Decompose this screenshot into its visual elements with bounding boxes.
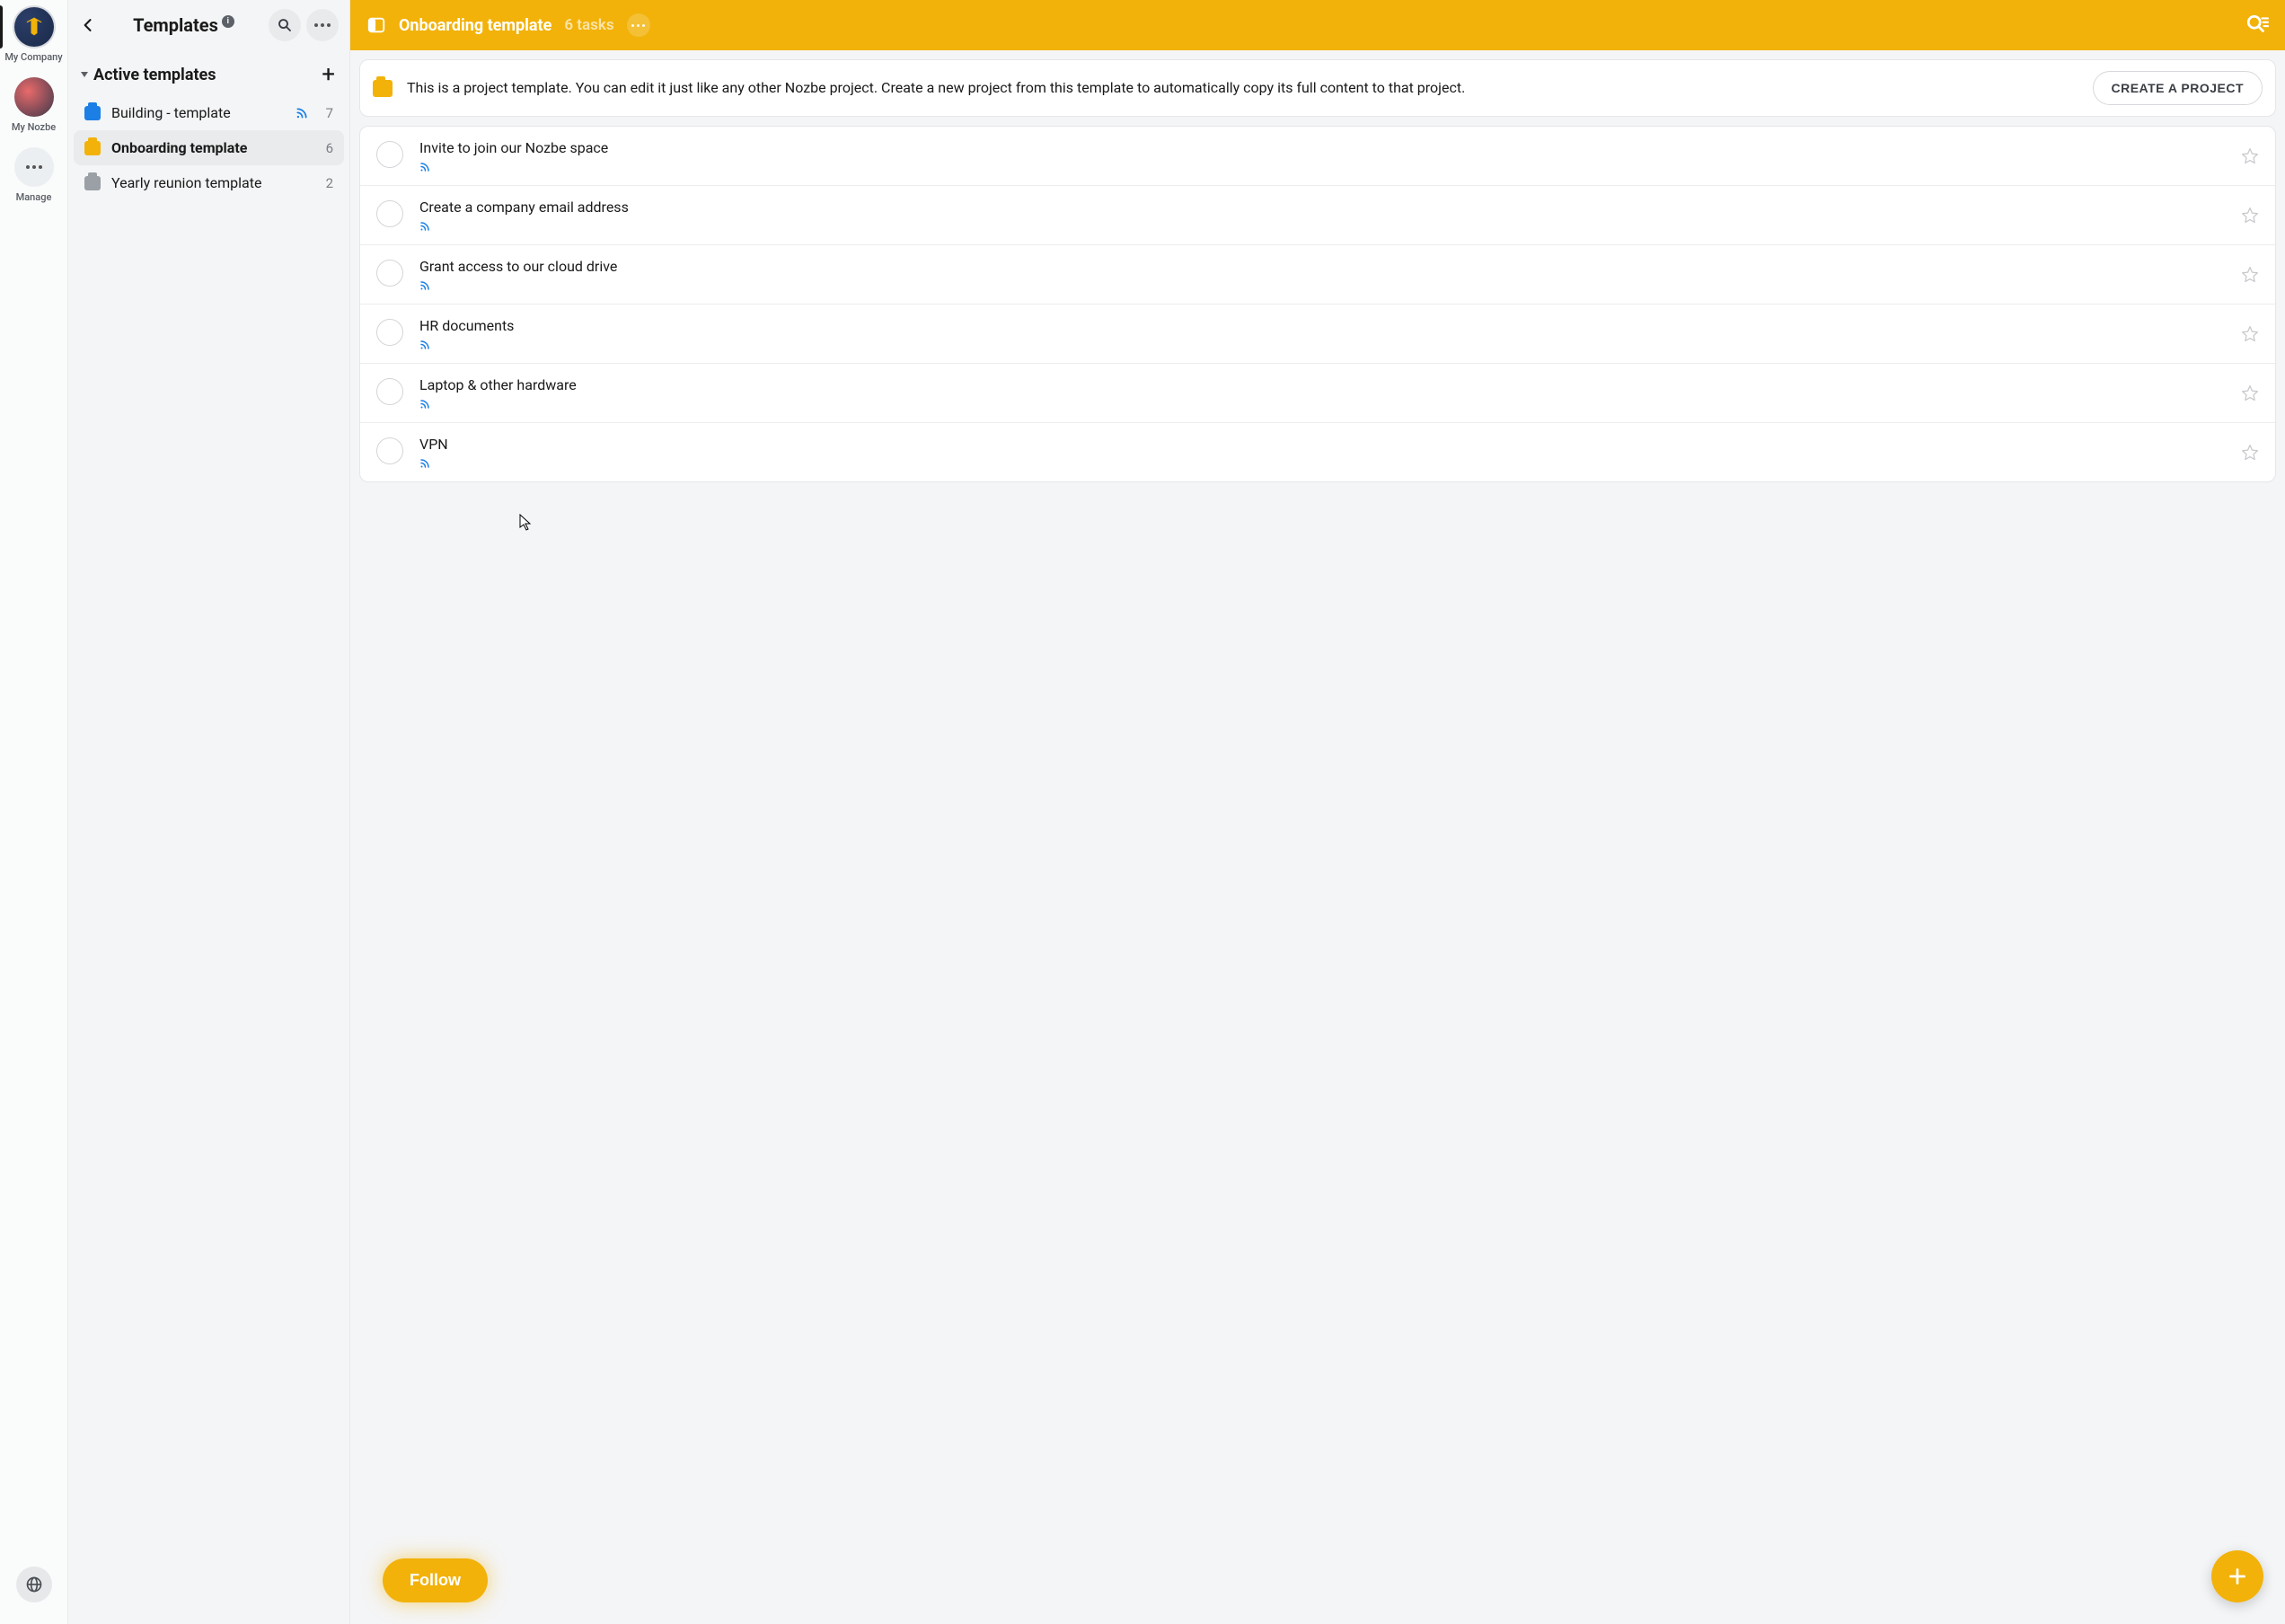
task-title: Laptop & other hardware xyxy=(419,376,2225,393)
info-icon[interactable]: i xyxy=(222,15,234,28)
template-name: Onboarding template xyxy=(111,139,308,156)
workspace-manage[interactable]: Manage xyxy=(0,147,68,203)
task-row[interactable]: Grant access to our cloud drive xyxy=(360,245,2275,304)
workspace-label: My Company xyxy=(4,51,62,63)
task-checkbox[interactable] xyxy=(376,319,403,346)
template-name: Building - template xyxy=(111,104,285,121)
briefcase-icon xyxy=(84,106,101,120)
task-count: 6 tasks xyxy=(564,16,613,34)
rss-icon xyxy=(296,107,308,119)
plus-icon xyxy=(2226,1565,2249,1588)
task-title: VPN xyxy=(419,436,2225,453)
chevron-left-icon xyxy=(79,16,97,34)
section-title: Active templates xyxy=(93,66,322,84)
main-panel: Onboarding template 6 tasks This is a pr… xyxy=(350,0,2285,1624)
star-icon[interactable] xyxy=(2241,207,2259,225)
template-count: 6 xyxy=(319,140,333,156)
task-checkbox[interactable] xyxy=(376,437,403,464)
globe-button[interactable] xyxy=(16,1567,52,1602)
search-icon xyxy=(277,17,293,33)
section-header-active-templates[interactable]: Active templates + xyxy=(68,50,349,95)
task-row[interactable]: Laptop & other hardware xyxy=(360,364,2275,423)
task-body: Laptop & other hardware xyxy=(419,376,2225,410)
task-body: Create a company email address xyxy=(419,199,2225,232)
workspace-label: My Nozbe xyxy=(12,121,56,133)
template-item[interactable]: Yearly reunion template 2 xyxy=(74,165,344,200)
task-list: Invite to join our Nozbe space Create a c… xyxy=(359,126,2276,482)
task-body: VPN xyxy=(419,436,2225,469)
caret-down-icon xyxy=(81,72,88,77)
project-more-button[interactable] xyxy=(627,13,650,37)
workspace-label: Manage xyxy=(16,191,52,203)
task-title: Invite to join our Nozbe space xyxy=(419,139,2225,156)
globe-icon xyxy=(25,1575,43,1593)
template-count: 7 xyxy=(319,105,333,121)
task-row[interactable]: Create a company email address xyxy=(360,186,2275,245)
project-title: Onboarding template xyxy=(399,16,551,35)
back-button[interactable] xyxy=(72,9,104,41)
template-count: 2 xyxy=(319,175,333,191)
rss-icon xyxy=(419,399,430,410)
search-button[interactable] xyxy=(269,9,301,41)
task-body: Invite to join our Nozbe space xyxy=(419,139,2225,172)
rss-icon xyxy=(419,221,430,232)
briefcase-icon xyxy=(84,176,101,190)
template-name: Yearly reunion template xyxy=(111,174,308,191)
more-button[interactable] xyxy=(306,9,339,41)
star-icon[interactable] xyxy=(2241,325,2259,343)
task-row[interactable]: VPN xyxy=(360,423,2275,481)
task-checkbox[interactable] xyxy=(376,260,403,287)
project-header: Onboarding template 6 tasks xyxy=(350,0,2285,50)
rss-icon xyxy=(419,162,430,172)
sidebar-title: Templates xyxy=(133,14,218,36)
follow-button[interactable]: Follow xyxy=(383,1558,488,1602)
task-title: Create a company email address xyxy=(419,199,2225,216)
add-task-fab[interactable] xyxy=(2211,1550,2263,1602)
task-title: HR documents xyxy=(419,317,2225,334)
rss-icon xyxy=(419,280,430,291)
task-checkbox[interactable] xyxy=(376,141,403,168)
company-logo-icon xyxy=(14,7,54,47)
task-checkbox[interactable] xyxy=(376,378,403,405)
rss-icon xyxy=(419,458,430,469)
workspace-my-company[interactable]: My Company xyxy=(0,7,68,63)
panel-toggle-icon[interactable] xyxy=(366,15,386,35)
template-list: Building - template 7 Onboarding template 6… xyxy=(68,95,349,200)
user-avatar-icon xyxy=(14,77,54,117)
create-project-button[interactable]: CREATE A PROJECT xyxy=(2093,71,2263,105)
star-icon[interactable] xyxy=(2241,384,2259,402)
template-info-banner: This is a project template. You can edit… xyxy=(359,59,2276,117)
add-template-button[interactable]: + xyxy=(322,63,335,86)
workspace-my-nozbe[interactable]: My Nozbe xyxy=(0,77,68,133)
templates-sidebar: Templates i Active templates + Building … xyxy=(68,0,350,1624)
manage-icon xyxy=(14,147,54,187)
briefcase-icon xyxy=(373,80,393,97)
task-body: Grant access to our cloud drive xyxy=(419,258,2225,291)
more-icon xyxy=(314,23,331,27)
star-icon[interactable] xyxy=(2241,266,2259,284)
star-icon[interactable] xyxy=(2241,444,2259,462)
task-row[interactable]: HR documents xyxy=(360,304,2275,364)
more-icon xyxy=(631,24,645,27)
task-body: HR documents xyxy=(419,317,2225,350)
search-filter-icon[interactable] xyxy=(2245,13,2269,37)
workspace-rail: My Company My Nozbe Manage xyxy=(0,0,68,1624)
rss-icon xyxy=(419,340,430,350)
banner-text: This is a project template. You can edit… xyxy=(407,77,2078,98)
briefcase-icon xyxy=(84,141,101,155)
star-icon[interactable] xyxy=(2241,147,2259,165)
template-item[interactable]: Onboarding template 6 xyxy=(74,130,344,165)
task-title: Grant access to our cloud drive xyxy=(419,258,2225,275)
template-item[interactable]: Building - template 7 xyxy=(74,95,344,130)
task-row[interactable]: Invite to join our Nozbe space xyxy=(360,127,2275,186)
task-checkbox[interactable] xyxy=(376,200,403,227)
